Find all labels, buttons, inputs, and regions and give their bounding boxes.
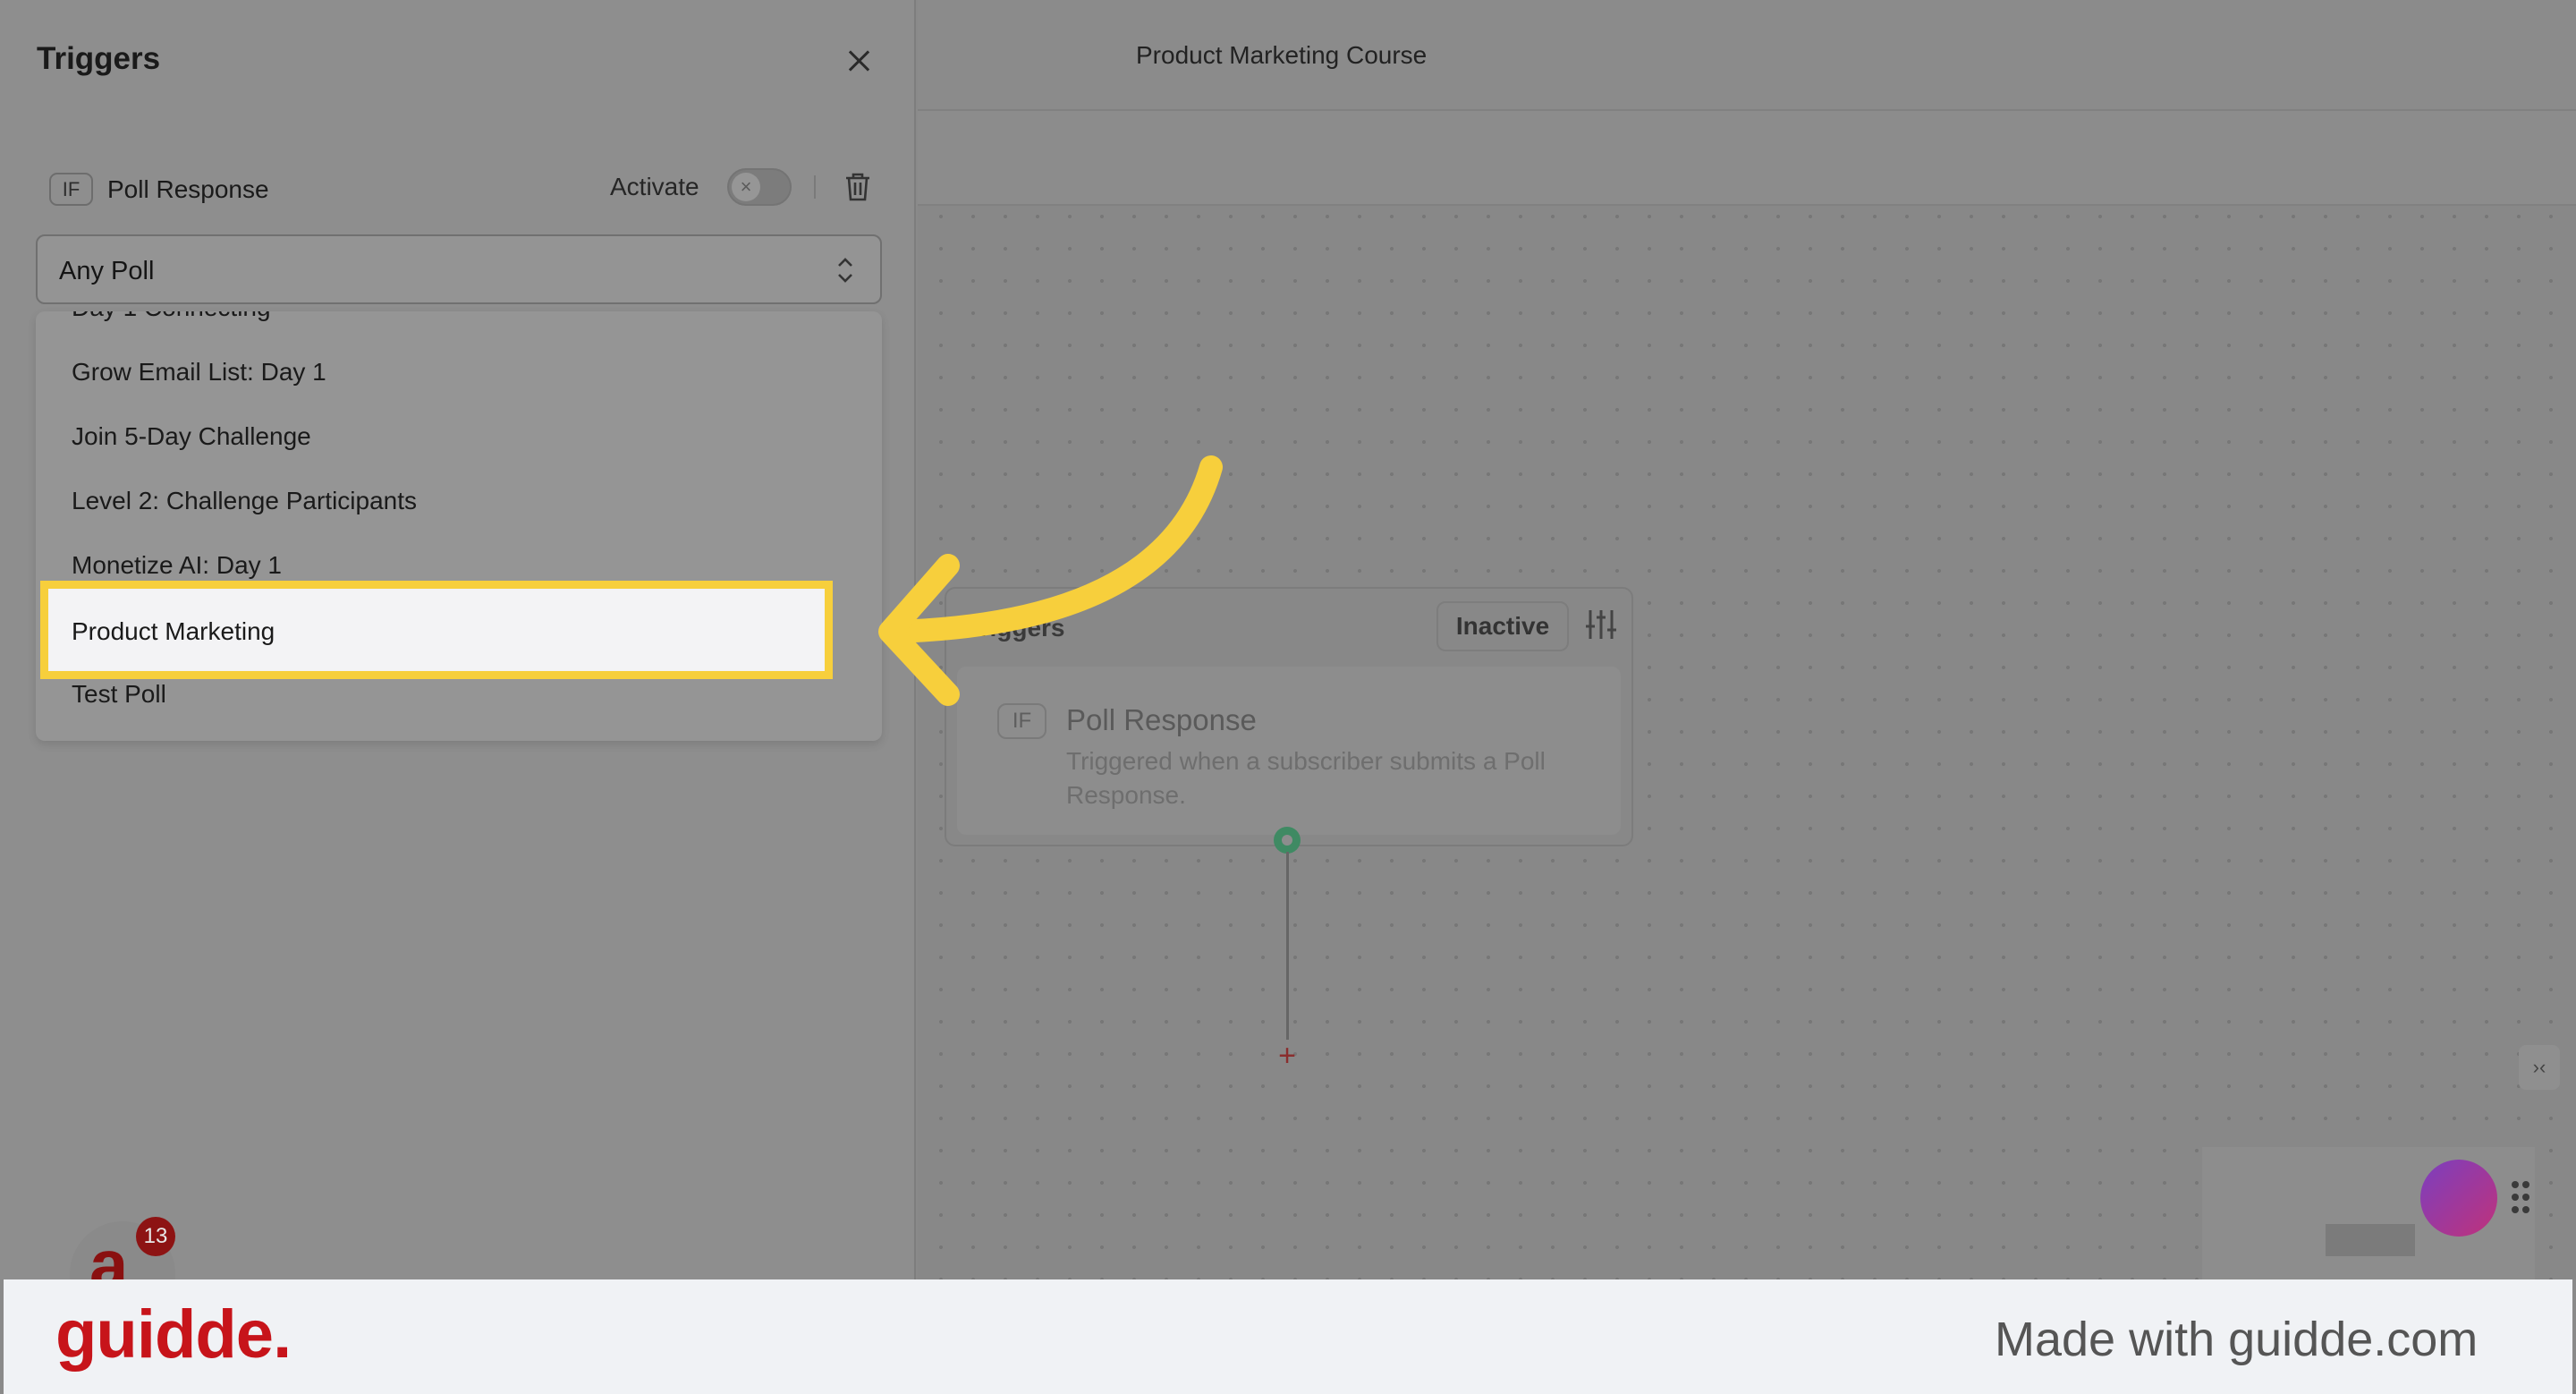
chevron-updown-icon (838, 258, 852, 283)
node-title: Poll Response (1066, 703, 1257, 736)
made-with-text: Made with guidde.com (1995, 1313, 2479, 1366)
trash-icon[interactable] (844, 172, 871, 202)
panel-title: Triggers (37, 41, 161, 76)
connector-line (1286, 852, 1289, 1040)
add-step-button[interactable]: + (1274, 1041, 1301, 1071)
node-header: Triggers (966, 614, 1065, 642)
sliders-icon[interactable] (1583, 607, 1619, 642)
dropdown-item[interactable]: Join 5-Day Challenge (72, 422, 311, 451)
if-badge: IF (49, 173, 93, 206)
node-if-badge: IF (997, 703, 1046, 739)
drag-handle-icon[interactable] (2510, 1179, 2531, 1215)
activate-label: Activate (610, 173, 699, 200)
notification-badge: 13 (136, 1217, 175, 1256)
dropdown-item[interactable]: Test Poll (72, 680, 166, 709)
output-port[interactable] (1274, 827, 1301, 854)
toggle-off-icon: × (732, 173, 760, 201)
activate-toggle[interactable]: × (727, 168, 792, 206)
toolbar (918, 111, 2576, 206)
course-title: Product Marketing Course (1136, 41, 1428, 69)
trigger-name: Poll Response (107, 175, 269, 203)
poll-select-value: Any Poll (59, 257, 155, 285)
dropdown-item[interactable]: Day 1 Connecting (72, 311, 271, 322)
assistant-icon[interactable] (2420, 1160, 2497, 1237)
poll-select[interactable]: Any Poll (36, 234, 882, 304)
dropdown-item-product-marketing[interactable]: Product Marketing (72, 617, 275, 646)
dropdown-item[interactable]: Level 2: Challenge Participants (72, 487, 417, 515)
guidde-logo: guidde. (55, 1296, 292, 1373)
divider (814, 175, 816, 199)
node-description: Triggered when a subscriber submits a Po… (1066, 747, 1546, 809)
collapse-icon[interactable]: ›‹ (2519, 1045, 2560, 1090)
dropdown-item[interactable]: Grow Email List: Day 1 (72, 358, 326, 387)
minimap-viewport (2326, 1224, 2415, 1256)
close-icon[interactable] (844, 47, 873, 75)
dropdown-item[interactable]: Monetize AI: Day 1 (72, 551, 282, 580)
status-badge[interactable]: Inactive (1436, 601, 1569, 651)
